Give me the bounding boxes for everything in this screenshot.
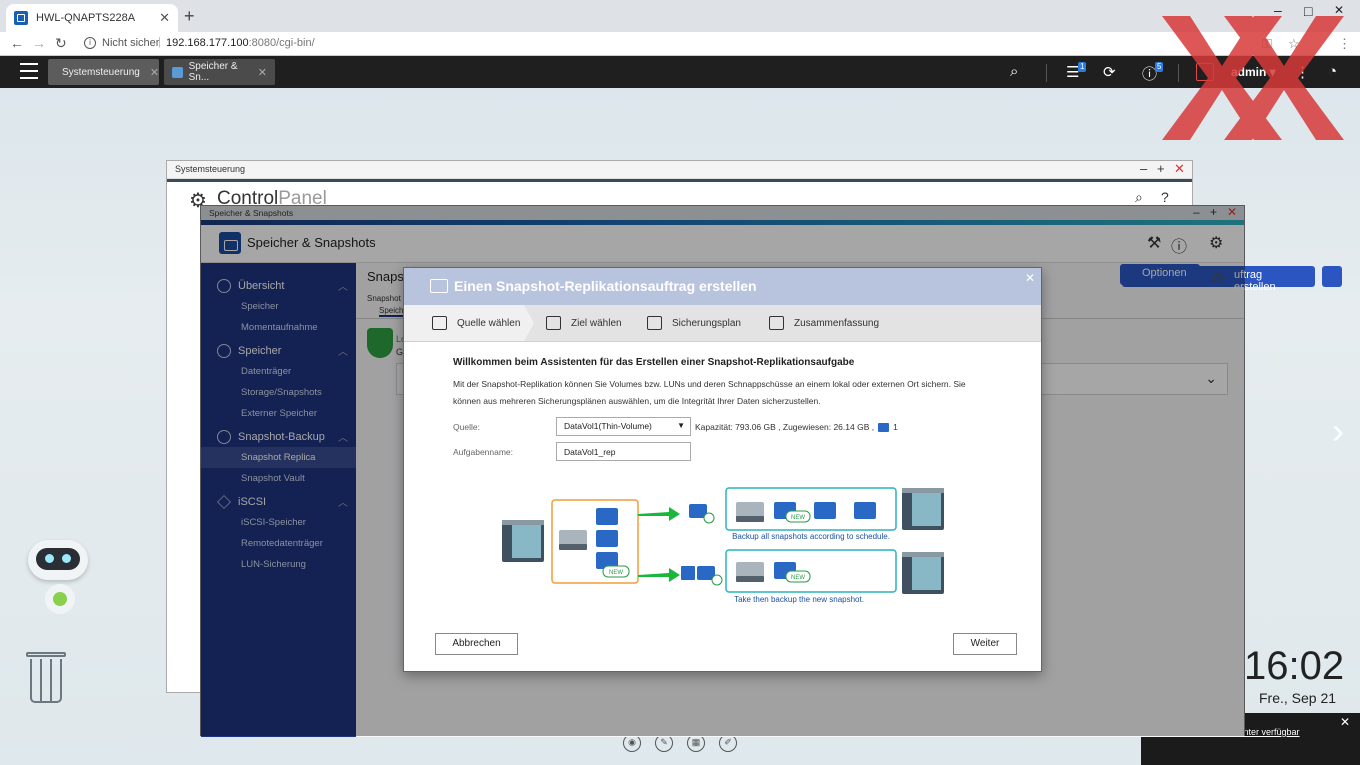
search-icon[interactable]: ⌕: [1010, 63, 1018, 80]
qnap-favicon-icon: [14, 11, 28, 25]
search-icon[interactable]: ⌕: [1135, 189, 1143, 206]
step-label: Quelle wählen: [457, 317, 521, 329]
step-label: Sicherungsplan: [672, 317, 741, 329]
next-button[interactable]: Weiter: [953, 633, 1017, 655]
taskbar-tab-label: Systemsteuerung: [62, 66, 140, 78]
maximize-icon[interactable]: +: [1157, 161, 1165, 176]
step-sicherungsplan: Sicherungsplan: [647, 316, 741, 330]
diagram-caption-1: Backup all snapshots according to schedu…: [732, 532, 890, 541]
close-icon[interactable]: ✕: [1025, 271, 1035, 285]
minimize-icon[interactable]: –: [1140, 161, 1147, 176]
sync-icon[interactable]: ⟳: [1103, 63, 1116, 81]
info-icon[interactable]: i: [84, 37, 96, 49]
storage-icon: [172, 66, 183, 78]
separator: |: [158, 36, 161, 48]
url-path: :8080/cgi-bin/: [248, 37, 315, 49]
dropdown-arrow-icon: ▼: [677, 421, 685, 430]
new-tag: NEW: [791, 515, 805, 521]
taskbar-tab-systemsteuerung[interactable]: Systemsteuerung ✕: [48, 59, 159, 85]
step-label: Ziel wählen: [571, 317, 622, 329]
close-icon[interactable]: ✕: [258, 66, 267, 79]
browser-tab-title: HWL-QNAPTS228A: [36, 12, 136, 24]
step-label: Zusammenfassung: [794, 317, 880, 329]
forward-icon[interactable]: →: [32, 35, 46, 51]
main-menu-icon[interactable]: [20, 63, 38, 79]
address-bar: ← → ↻ i Nicht sicher | 192.168.177.100:8…: [0, 32, 1360, 56]
new-tag: NEW: [791, 575, 805, 581]
diagram-caption-2: Take then backup the new snapshot.: [734, 595, 864, 604]
snapshot-count: 1: [893, 422, 898, 432]
help-icon[interactable]: ?: [1161, 189, 1169, 205]
drive-icon: [432, 316, 447, 330]
description-text: Mit der Snapshot-Replikation können Sie …: [453, 379, 966, 406]
task-badge: 1: [1078, 62, 1087, 72]
desktop-date: Fre., Sep 21: [1259, 690, 1337, 706]
url-host: 192.168.177.100: [166, 37, 249, 49]
close-window-button[interactable]: ✕: [1334, 3, 1344, 17]
close-icon[interactable]: ✕: [1174, 161, 1185, 177]
dialog-header: Einen Snapshot-Replikationsauftrag erste…: [404, 268, 1041, 305]
snapshot-icon: [430, 279, 448, 293]
browser-tab-strip: HWL-QNAPTS228A ✕ + – □ ✕: [0, 0, 1360, 32]
task-name-label: Aufgabenname:: [453, 447, 514, 457]
summary-icon: [769, 316, 784, 330]
separator: [1046, 64, 1047, 82]
capacity-info: Kapazität: 793.06 GB , Zugewiesen: 26.14…: [695, 422, 898, 433]
replication-wizard-dialog: Einen Snapshot-Replikationsauftrag erste…: [403, 267, 1042, 672]
snapshot-icon: [878, 423, 890, 433]
source-select[interactable]: DataVol1(Thin-Volume) ▼: [556, 417, 691, 436]
window-titlebar[interactable]: Systemsteuerung – + ✕: [167, 161, 1192, 179]
url-field[interactable]: 192.168.177.100:8080/cgi-bin/: [166, 37, 315, 49]
reload-icon[interactable]: ↻: [55, 35, 67, 52]
nas-target-icon: [902, 488, 944, 594]
back-icon[interactable]: ←: [10, 35, 24, 51]
next-page-arrow-icon[interactable]: ›: [1332, 410, 1344, 452]
source-label: Quelle:: [453, 422, 480, 432]
close-icon[interactable]: ✕: [1340, 715, 1350, 729]
taskbar-tab-speicher[interactable]: Speicher & Sn... ✕: [164, 59, 275, 85]
watermark-logo: [1162, 16, 1344, 140]
close-icon[interactable]: ✕: [150, 66, 159, 79]
step-quelle: Quelle wählen: [404, 305, 534, 341]
dialog-body: Willkommen beim Assistenten für das Erst…: [404, 342, 1041, 425]
dialog-title: Einen Snapshot-Replikationsauftrag erste…: [454, 278, 757, 294]
window-title: Systemsteuerung: [175, 164, 246, 174]
replication-diagram: NEW NEW Backup all snapshots according t…: [502, 487, 944, 604]
cancel-button[interactable]: Abbrechen: [435, 633, 518, 655]
disk-icon: [546, 316, 561, 330]
trash-icon[interactable]: [26, 652, 66, 706]
step-ziel: Ziel wählen: [546, 316, 622, 330]
qts-taskbar: Systemsteuerung ✕ Speicher & Sn... ✕ ⌕ ☰…: [0, 56, 1360, 88]
arrow-icon: [638, 507, 680, 521]
calendar-icon: [681, 566, 695, 580]
nas-source-icon: [502, 520, 544, 562]
task-name-input[interactable]: [556, 442, 691, 461]
browser-tab[interactable]: HWL-QNAPTS228A ✕: [6, 4, 178, 32]
step-zusammenfassung: Zusammenfassung: [769, 316, 879, 330]
schedule-icon: [647, 316, 662, 330]
new-tab-button[interactable]: +: [184, 6, 195, 27]
new-tag: NEW: [609, 570, 623, 576]
not-secure-label[interactable]: Nicht sicher: [102, 37, 159, 49]
capacity-text: Kapazität: 793.06 GB , Zugewiesen: 26.14…: [695, 422, 875, 432]
taskbar-tab-label: Speicher & Sn...: [188, 61, 238, 83]
snapshot-stack-icon: [596, 508, 618, 569]
qboost-robot-icon[interactable]: [28, 540, 92, 626]
welcome-heading: Willkommen beim Assistenten für das Erst…: [453, 357, 855, 368]
source-select-value: DataVol1(Thin-Volume): [564, 421, 652, 431]
close-tab-icon[interactable]: ✕: [159, 10, 170, 26]
arrow-icon: [638, 568, 680, 582]
wizard-steps: Quelle wählen Ziel wählen Sicherungsplan…: [404, 305, 1041, 342]
desktop-clock: 16:02: [1244, 644, 1345, 688]
